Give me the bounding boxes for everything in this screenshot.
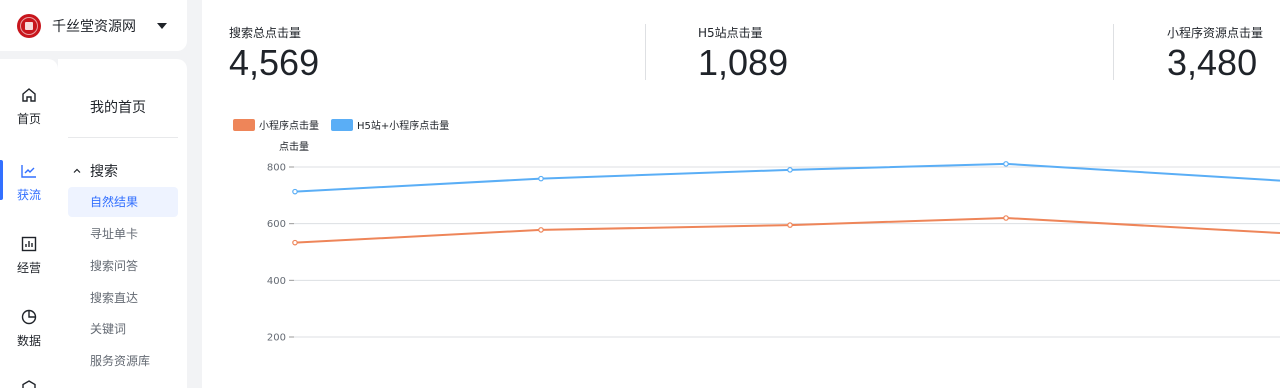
- y-tick-label: 200: [267, 333, 286, 344]
- y-tick-label: 400: [267, 276, 286, 287]
- y-axis-label: 点击量: [279, 141, 309, 153]
- primary-nav-rail: 首页 获流 经营 数据: [0, 59, 58, 388]
- menu-group-label: 搜索: [90, 164, 118, 180]
- line-chart: 点击量 200 400 600 800: [267, 141, 1280, 344]
- bar-chart-icon: [21, 236, 37, 252]
- y-tick-label: 800: [267, 163, 286, 174]
- pie-chart-icon: [21, 309, 37, 325]
- menu-item-keywords[interactable]: 关键词: [68, 314, 178, 344]
- secondary-menu: 我的首页 搜索 自然结果 寻址单卡 搜索问答 搜索直达 关键词 服务资源库: [58, 59, 187, 388]
- chevron-up-icon: [73, 168, 81, 173]
- menu-item-search-direct[interactable]: 搜索直达: [68, 283, 178, 313]
- data-point[interactable]: [292, 239, 298, 246]
- rail-item-home[interactable]: 首页: [0, 86, 58, 127]
- series-line-miniprogram[interactable]: [294, 216, 1280, 244]
- rail-item-label: 数据: [16, 334, 41, 348]
- rail-item-label: 经营: [16, 261, 41, 275]
- rail-item-label: 首页: [16, 112, 41, 126]
- y-tick-label: 600: [267, 219, 286, 230]
- data-point[interactable]: [538, 227, 544, 233]
- data-point[interactable]: [1003, 215, 1009, 221]
- data-point[interactable]: [1003, 161, 1009, 167]
- rail-item-label: 获流: [16, 188, 41, 202]
- menu-item-service-library[interactable]: 服务资源库: [68, 346, 178, 376]
- rail-item-more[interactable]: [0, 379, 58, 388]
- rail-item-business[interactable]: 经营: [0, 235, 58, 276]
- trend-icon: [21, 165, 36, 178]
- rail-item-traffic[interactable]: 获流: [0, 160, 58, 203]
- rail-item-data[interactable]: 数据: [0, 308, 58, 349]
- main-panel: 搜索总点击量 4,569 H5站点击量 1,089 小程序资源点击量 3,480…: [202, 0, 1280, 388]
- brand-logo: [17, 13, 41, 38]
- cube-icon: [22, 380, 36, 388]
- menu-divider: [68, 137, 178, 138]
- menu-item-my-home[interactable]: 我的首页: [90, 97, 146, 117]
- menu-item-address-card[interactable]: 寻址单卡: [68, 219, 178, 249]
- brand-name: 千丝堂资源网: [52, 18, 136, 35]
- data-point[interactable]: [787, 222, 793, 228]
- brand-switcher[interactable]: 千丝堂资源网: [0, 0, 187, 51]
- series-line-h5-plus-miniprogram[interactable]: [294, 162, 1280, 193]
- home-icon: [22, 88, 36, 102]
- data-point[interactable]: [292, 188, 298, 195]
- active-indicator: [0, 160, 3, 200]
- data-point[interactable]: [538, 175, 544, 182]
- menu-group-search[interactable]: 搜索: [72, 161, 118, 181]
- data-point[interactable]: [787, 167, 793, 173]
- menu-item-search-qa[interactable]: 搜索问答: [68, 251, 178, 281]
- menu-item-natural-results[interactable]: 自然结果: [68, 187, 178, 217]
- caret-down-icon: [157, 22, 167, 29]
